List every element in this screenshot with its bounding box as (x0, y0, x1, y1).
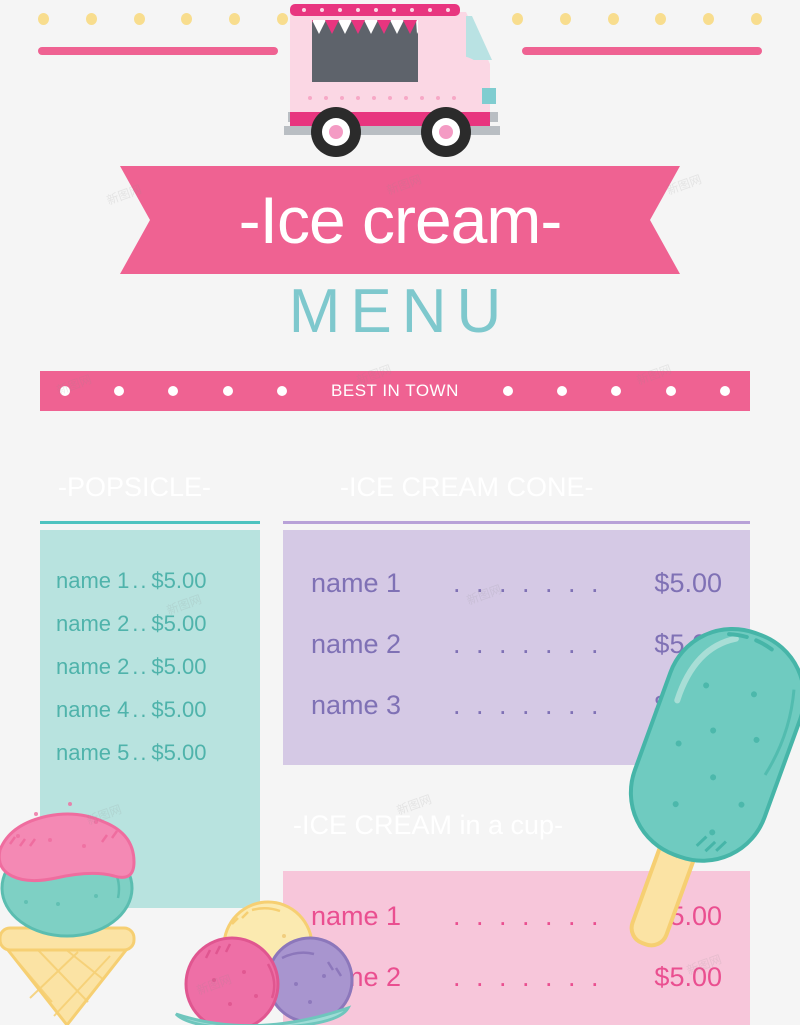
item-price: $5.00 (151, 611, 206, 637)
white-dot (666, 386, 676, 396)
ice-cream-bowl-illustration (170, 888, 355, 1025)
waffle-cone-illustration (0, 770, 142, 1025)
item-name: name 1 (56, 568, 129, 594)
menu-word: MENU (0, 276, 800, 347)
yellow-dot (134, 13, 145, 25)
item-name: name 2 (56, 611, 129, 637)
white-dot (720, 386, 730, 396)
section-title-cone: -ICE CREAM CONE- (340, 472, 594, 503)
item-name: name 2 (311, 629, 401, 660)
yellow-dot (560, 13, 571, 25)
yellow-dot (703, 13, 714, 25)
pink-rule-left (38, 47, 278, 55)
white-dot (60, 386, 70, 396)
dot-leader: .. (129, 697, 151, 723)
tagline-text: BEST IN TOWN (331, 381, 459, 401)
white-dot (168, 386, 178, 396)
item-price: $5.00 (654, 962, 722, 993)
yellow-dot (608, 13, 619, 25)
yellow-dot (86, 13, 97, 25)
yellow-dot-row-right (512, 13, 762, 25)
item-price: $5.00 (151, 654, 206, 680)
yellow-dot (655, 13, 666, 25)
dot-leader: . . . . . . . (401, 962, 654, 993)
yellow-dot (38, 13, 49, 25)
price-list-popsicle: name 1 .. $5.00 name 2 .. $5.00 name 2 .… (40, 568, 260, 783)
white-dot (114, 386, 124, 396)
menu-row: name 2 .. $5.00 (56, 654, 244, 680)
popsicle-illustration (610, 605, 800, 965)
item-name: name 3 (311, 690, 401, 721)
menu-row: name 1 .. $5.00 (56, 568, 244, 594)
tagline-bar: BEST IN TOWN (40, 371, 750, 411)
white-dot (277, 386, 287, 396)
dot-leader: .. (129, 740, 151, 766)
ribbon-title: -Ice cream- (120, 166, 680, 274)
item-name: name 1 (311, 568, 401, 599)
menu-row: name 2 .. $5.00 (56, 611, 244, 637)
item-price: $5.00 (151, 697, 206, 723)
yellow-dot (181, 13, 192, 25)
yellow-dot (229, 13, 240, 25)
item-name: name 5 (56, 740, 129, 766)
section-title-popsicle: -POPSICLE- (58, 472, 211, 503)
dot-leader: .. (129, 654, 151, 680)
dot-leader: . . . . . . . (401, 568, 654, 599)
item-name: name 4 (56, 697, 129, 723)
item-price: $5.00 (654, 568, 722, 599)
menu-row: name 5 .. $5.00 (56, 740, 244, 766)
dot-leader: .. (129, 611, 151, 637)
divider-popsicle (40, 521, 260, 524)
menu-poster: -Ice cream- MENU BEST IN TOWN -POPSICLE-… (0, 0, 800, 1025)
white-dot (557, 386, 567, 396)
item-price: $5.00 (151, 568, 206, 594)
white-dot (611, 386, 621, 396)
section-title-cup: -ICE CREAM in a cup- (293, 810, 563, 841)
yellow-dot (751, 13, 762, 25)
white-dot (223, 386, 233, 396)
item-price: $5.00 (151, 740, 206, 766)
menu-row: name 1 . . . . . . . $5.00 (311, 568, 722, 599)
divider-cone (283, 521, 750, 524)
ice-cream-truck-illustration (270, 0, 520, 160)
ribbon-banner: -Ice cream- (120, 166, 680, 274)
dot-leader: .. (129, 568, 151, 594)
pink-rule-right (522, 47, 762, 55)
white-dot (503, 386, 513, 396)
yellow-dot-row-left (38, 13, 288, 25)
menu-row: name 4 .. $5.00 (56, 697, 244, 723)
menu-row: name 2 . . . . . . . $5.00 (311, 962, 722, 993)
item-name: name 2 (56, 654, 129, 680)
